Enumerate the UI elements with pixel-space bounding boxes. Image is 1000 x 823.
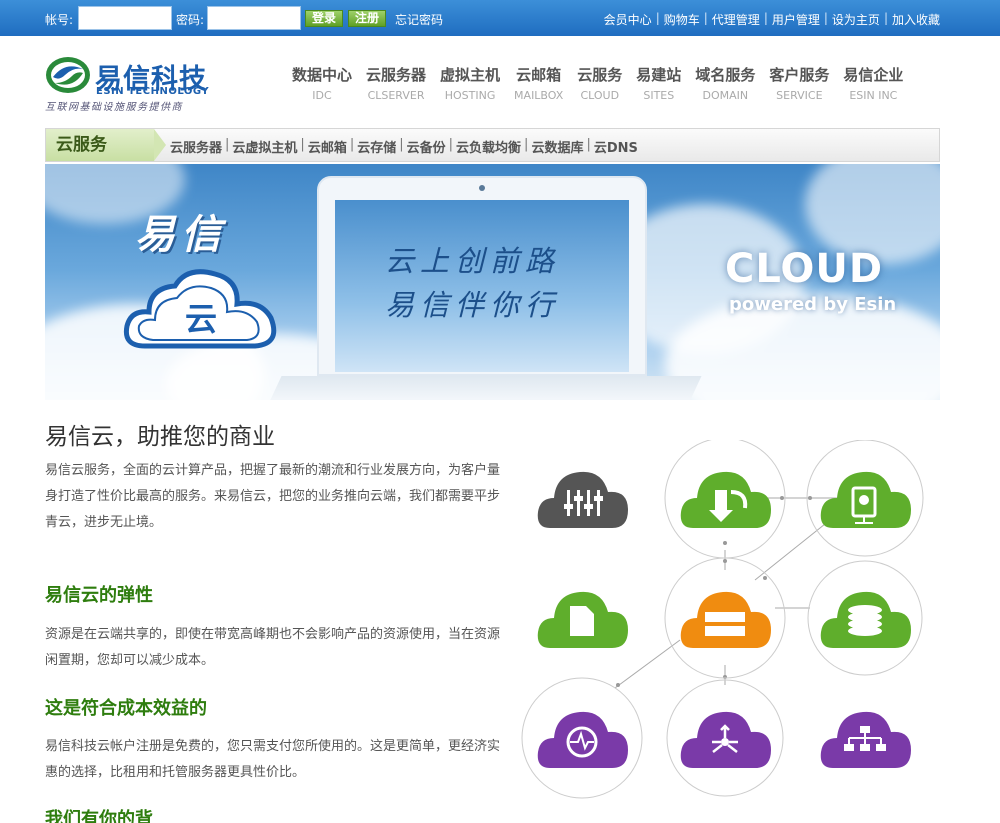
laptop-keyboard — [268, 376, 702, 400]
logo-en: ESIN TECHNOLOGY — [96, 86, 210, 97]
account-input[interactable] — [78, 6, 172, 30]
separator: | — [703, 11, 708, 25]
password-label: 密码: — [176, 13, 205, 27]
nav-item-label: 虚拟主机 — [440, 66, 501, 84]
nav-item[interactable]: 客户服务 SERVICE — [762, 64, 836, 102]
intro-text: 易信云服务，全面的云计算产品，把握了最新的潮流和行业发展方向，为客户量身打造了性… — [45, 463, 501, 530]
server-icon — [680, 591, 771, 648]
separator: | — [524, 137, 529, 152]
top-links: 会员中心 | 购物车 | 代理管理 | 用户管理 | 设为主页 | 加入收藏 — [604, 11, 940, 28]
subnav-tag: 云服务 — [46, 129, 154, 161]
login-button[interactable]: 登录 — [305, 10, 343, 27]
separator: | — [655, 11, 660, 25]
subnav-link[interactable]: 云DNS — [594, 137, 638, 156]
separator: | — [823, 11, 828, 25]
account-label: 帐号: — [45, 13, 74, 27]
cloud-services-diagram — [521, 440, 924, 799]
nav-item-sublabel: CLOUD — [580, 89, 620, 102]
section-text: 资源是在云端共享的，即使在带宽高峰期也不会影响产品的资源使用，当在资源闲置期，您… — [45, 627, 501, 668]
nav-item-label: 云邮箱 — [516, 66, 562, 84]
subnav-link[interactable]: 云负载均衡 — [456, 137, 521, 156]
subnav-link[interactable]: 云服务器 — [170, 137, 222, 156]
hero-banner: 云上创前路 易信伴你行 易信 云 CLOUD powered by Esin — [45, 164, 940, 400]
nav-item[interactable]: 易信企业 ESIN INC — [836, 64, 910, 102]
nav-item-sublabel: DOMAIN — [702, 89, 749, 102]
top-link[interactable]: 购物车 — [664, 11, 700, 28]
top-link[interactable]: 代理管理 — [712, 11, 760, 28]
nav-item-sublabel: CLSERVER — [367, 89, 425, 102]
nav-item-label: 数据中心 — [292, 66, 353, 84]
separator: | — [399, 137, 404, 152]
top-link[interactable]: 设为主页 — [832, 11, 880, 28]
hard-drive-icon — [820, 471, 911, 528]
nav-item-sublabel: HOSTING — [444, 89, 496, 102]
section-heading: 我们有你的背 — [45, 809, 153, 823]
nav-item[interactable]: 虚拟主机 HOSTING — [433, 64, 507, 102]
esin-logo-icon — [46, 57, 90, 93]
forgot-password-link[interactable]: 忘记密码 — [395, 11, 443, 28]
main-nav: 数据中心 IDC 云服务器 CLSERVER 虚拟主机 HOSTING 云邮箱 MAILBOX… — [285, 64, 910, 102]
nav-item-label: 域名服务 — [695, 66, 756, 84]
banner-powered: powered by Esin — [729, 294, 897, 315]
download-icon — [680, 471, 771, 528]
banner-badge-text: 云 — [185, 300, 217, 338]
separator: | — [448, 137, 454, 152]
share-arrows-icon — [680, 711, 771, 768]
section-text: 易信科技云帐户注册是免费的，您只需支付您所使用的。这是更简单，更经济实惠的选择，… — [45, 739, 501, 780]
section-heading: 易信云的弹性 — [45, 585, 153, 606]
content-title: 易信云，助推您的商业 — [45, 424, 275, 450]
separator: | — [883, 11, 888, 25]
nav-item[interactable]: 云服务 CLOUD — [570, 64, 629, 102]
nav-item-sublabel: IDC — [312, 89, 332, 102]
subnav-links: 云服务器 | 云虚拟主机 | 云邮箱 | 云存储 | 云备份 | 云负载均衡 | 云数据库 | 云DNS — [170, 137, 638, 156]
top-link[interactable]: 用户管理 — [772, 11, 820, 28]
subnav-link[interactable]: 云存储 — [357, 137, 396, 156]
subnav-link[interactable]: 云邮箱 — [308, 137, 347, 156]
nav-item-label: 云服务 — [577, 66, 623, 84]
separator: | — [349, 137, 355, 152]
subnav-arrow — [154, 129, 166, 161]
nav-item-label: 易建站 — [636, 66, 682, 84]
logo-slogan: 互联网基础设施服务提供商 — [45, 102, 183, 113]
nav-item-label: 云服务器 — [366, 66, 427, 84]
nav-item-label: 易信企业 — [843, 66, 904, 84]
activity-icon — [537, 711, 628, 768]
banner-cloud-text: CLOUD — [725, 246, 884, 292]
nav-item[interactable]: 云服务器 CLSERVER — [359, 64, 433, 102]
password-input[interactable] — [207, 6, 301, 30]
section-heading: 这是符合成本效益的 — [45, 698, 207, 719]
subnav-link[interactable]: 云备份 — [407, 137, 446, 156]
sub-nav: 云服务 云服务器 | 云虚拟主机 | 云邮箱 | 云存储 | 云备份 | 云负载均衡 | 云数据库 | 云D… — [45, 128, 940, 162]
subnav-link[interactable]: 云虚拟主机 — [232, 137, 297, 156]
separator: | — [586, 137, 591, 152]
register-button[interactable]: 注册 — [348, 10, 386, 27]
banner-line2: 易信伴你行 — [385, 288, 561, 322]
separator: | — [225, 137, 230, 152]
document-icon — [537, 591, 628, 648]
banner-brand: 易信 — [135, 212, 227, 258]
banner-cloud-badge-icon: 云 — [123, 269, 277, 349]
database-icon — [820, 591, 911, 648]
nav-item-sublabel: MAILBOX — [514, 89, 564, 102]
separator: | — [300, 137, 305, 152]
subnav-link[interactable]: 云数据库 — [531, 137, 583, 156]
nav-item[interactable]: 数据中心 IDC — [285, 64, 359, 102]
nav-item-sublabel: SERVICE — [776, 89, 823, 102]
top-bar: 帐号: 密码: 登录 注册 忘记密码 会员中心 | 购物车 | 代理管理 | 用户管理 | 设为… — [0, 0, 1000, 36]
banner-line1: 云上创前路 — [385, 244, 561, 278]
site-logo[interactable]: 易信科技 ESIN TECHNOLOGY 互联网基础设施服务提供商 — [45, 55, 225, 113]
nav-item-sublabel: SITES — [643, 89, 675, 102]
settings-sliders-icon — [537, 471, 628, 528]
nav-item-sublabel: ESIN INC — [849, 89, 898, 102]
nav-item[interactable]: 易建站 SITES — [629, 64, 688, 102]
top-link[interactable]: 会员中心 — [604, 11, 652, 28]
nav-item[interactable]: 云邮箱 MAILBOX — [507, 64, 570, 102]
top-link[interactable]: 加入收藏 — [892, 11, 940, 28]
nav-item[interactable]: 域名服务 DOMAIN — [688, 64, 762, 102]
nav-item-label: 客户服务 — [769, 66, 830, 84]
separator: | — [763, 11, 768, 25]
network-tree-icon — [820, 711, 911, 768]
